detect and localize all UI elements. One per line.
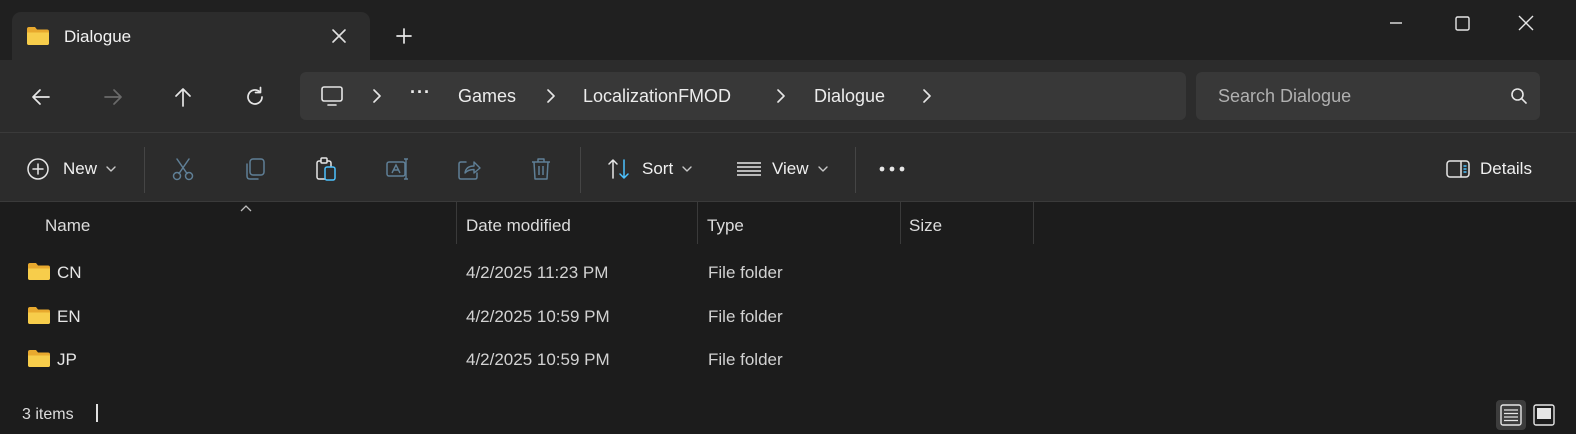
file-name: JP xyxy=(57,350,77,369)
status-separator xyxy=(96,404,98,422)
divider xyxy=(580,147,581,193)
sort-up-icon xyxy=(240,204,252,212)
details-pane-icon xyxy=(1446,157,1470,181)
active-tab[interactable]: Dialogue xyxy=(12,12,370,60)
breadcrumb-games[interactable]: Games xyxy=(458,86,516,107)
new-label: New xyxy=(63,159,98,178)
column-divider[interactable] xyxy=(1033,202,1034,244)
column-divider[interactable] xyxy=(456,202,457,244)
rename-icon[interactable] xyxy=(385,155,411,183)
details-label: Details xyxy=(1480,159,1532,178)
delete-icon[interactable] xyxy=(528,155,554,183)
file-date: 4/2/2025 10:59 PM xyxy=(466,350,610,369)
folder-icon xyxy=(27,262,51,281)
sort-button[interactable]: Sort xyxy=(606,155,693,183)
new-tab-icon[interactable] xyxy=(392,24,416,48)
more-options-icon[interactable] xyxy=(878,155,906,183)
title-bar: Dialogue xyxy=(0,0,1576,60)
plus-circle-icon xyxy=(26,157,50,181)
file-date: 4/2/2025 11:23 PM xyxy=(466,263,609,282)
chevron-down-icon xyxy=(681,163,693,175)
tab-title: Dialogue xyxy=(64,27,132,46)
new-button[interactable]: New xyxy=(26,155,117,183)
folder-icon xyxy=(27,306,51,325)
close-window-icon[interactable] xyxy=(1506,8,1546,38)
breadcrumb-dialogue[interactable]: Dialogue xyxy=(814,86,885,107)
chevron-down-icon xyxy=(105,163,117,175)
close-tab-icon[interactable] xyxy=(328,25,350,47)
file-type: File folder xyxy=(708,350,783,369)
view-label: View xyxy=(772,159,809,178)
folder-icon xyxy=(27,349,51,368)
minimize-icon[interactable] xyxy=(1376,8,1416,38)
cut-icon[interactable] xyxy=(170,155,196,183)
maximize-icon[interactable] xyxy=(1442,8,1482,38)
details-button[interactable]: Details xyxy=(1446,155,1532,183)
paste-icon[interactable] xyxy=(313,155,339,183)
chevron-right-icon[interactable] xyxy=(544,89,558,103)
breadcrumb-localizationfmod[interactable]: LocalizationFMOD xyxy=(583,86,731,107)
file-name: CN xyxy=(57,263,82,282)
copy-icon[interactable] xyxy=(242,155,268,183)
file-name: EN xyxy=(57,307,81,326)
file-date: 4/2/2025 10:59 PM xyxy=(466,307,610,326)
view-lines-icon xyxy=(736,156,762,182)
refresh-icon[interactable] xyxy=(242,84,268,110)
column-header-type[interactable]: Type xyxy=(707,216,744,236)
column-divider[interactable] xyxy=(697,202,698,244)
file-type: File folder xyxy=(708,263,783,282)
table-row[interactable]: JP 4/2/2025 10:59 PM File folder xyxy=(0,337,1576,379)
file-type: File folder xyxy=(708,307,783,326)
search-box[interactable]: Search Dialogue xyxy=(1196,72,1540,120)
search-icon[interactable] xyxy=(1510,87,1528,105)
divider xyxy=(855,147,856,193)
divider xyxy=(144,147,145,193)
chevron-right-icon[interactable] xyxy=(370,89,384,103)
item-count: 3 items xyxy=(22,406,74,423)
breadcrumb-overflow[interactable]: ··· xyxy=(410,82,431,103)
chevron-right-icon[interactable] xyxy=(774,89,788,103)
folder-icon xyxy=(26,26,50,46)
status-bar: 3 items xyxy=(0,396,1576,434)
details-view-icon[interactable] xyxy=(1496,400,1526,430)
forward-arrow-icon[interactable] xyxy=(100,84,126,110)
column-header-date[interactable]: Date modified xyxy=(466,216,571,236)
column-divider[interactable] xyxy=(900,202,901,244)
share-icon[interactable] xyxy=(456,155,482,183)
computer-icon[interactable] xyxy=(320,84,344,108)
sort-label: Sort xyxy=(642,159,674,178)
up-arrow-icon[interactable] xyxy=(170,84,196,110)
search-input[interactable]: Search Dialogue xyxy=(1218,86,1351,107)
command-bar: New Sort View Details xyxy=(0,132,1576,202)
sort-arrows-icon xyxy=(606,156,632,182)
back-arrow-icon[interactable] xyxy=(28,84,54,110)
table-row[interactable]: EN 4/2/2025 10:59 PM File folder xyxy=(0,294,1576,336)
table-row[interactable]: CN 4/2/2025 11:23 PM File folder xyxy=(0,250,1576,292)
large-icons-view-icon[interactable] xyxy=(1529,400,1559,430)
address-bar[interactable]: ··· Games LocalizationFMOD Dialogue xyxy=(300,72,1186,120)
view-button[interactable]: View xyxy=(736,155,829,183)
chevron-right-icon[interactable] xyxy=(920,89,934,103)
column-header-name[interactable]: Name xyxy=(45,216,90,236)
chevron-down-icon xyxy=(817,163,829,175)
navigation-bar: ··· Games LocalizationFMOD Dialogue Sear… xyxy=(0,60,1576,132)
column-header-size[interactable]: Size xyxy=(909,216,942,236)
column-headers: Name Date modified Type Size xyxy=(0,202,1576,246)
